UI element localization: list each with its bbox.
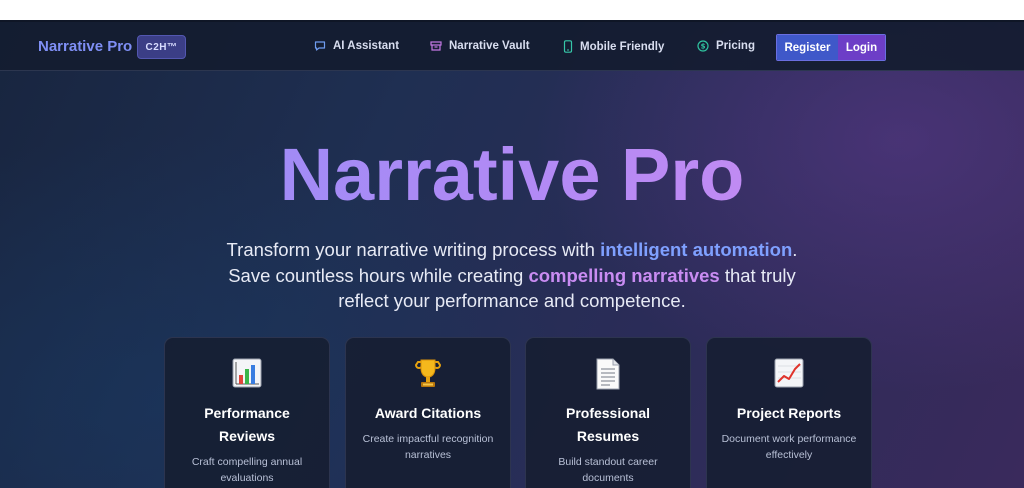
nav-pricing-label: Pricing	[716, 40, 755, 52]
bar-chart-icon	[232, 358, 262, 388]
document-icon	[596, 358, 620, 390]
tagline-line-2: Save countless hours while creating comp…	[0, 263, 1024, 289]
nav-narrative-vault-label: Narrative Vault	[449, 40, 530, 52]
brand-badge: C2H™	[137, 35, 186, 59]
card-title: Award Citations	[374, 405, 482, 421]
tagline-text: Transform your narrative writing process…	[226, 239, 601, 260]
card-professional-resumes[interactable]: Professional Resumes Build standout care…	[525, 337, 691, 488]
top-navbar: Narrative Pro C2H™ AI Assistant Narrativ…	[0, 20, 1024, 71]
app-root: Narrative Pro C2H™ AI Assistant Narrativ…	[0, 20, 1024, 488]
archive-icon	[430, 41, 442, 51]
card-description: Document work performance effectively	[721, 433, 857, 461]
tagline-line-1: Transform your narrative writing process…	[0, 237, 1024, 263]
feature-cards: Performance Reviews Craft compelling ann…	[164, 337, 872, 488]
nav-narrative-vault[interactable]: Narrative Vault	[430, 40, 530, 52]
mobile-icon	[563, 40, 573, 53]
nav-ai-assistant-label: AI Assistant	[333, 40, 400, 52]
card-award-citations[interactable]: Award Citations Create impactful recogni…	[345, 337, 511, 488]
tagline-text: that truly	[719, 264, 796, 286]
card-title: Professional Resumes	[565, 405, 651, 444]
hero-title: Narrative Pro	[0, 138, 1024, 212]
nav-mobile-friendly-label: Mobile Friendly	[580, 40, 665, 53]
tagline-text: .	[792, 239, 798, 260]
trophy-icon	[414, 359, 442, 387]
auth-button-group: Register Login	[776, 34, 886, 61]
nav-pricing[interactable]: $ Pricing	[697, 40, 755, 52]
svg-text:$: $	[701, 43, 706, 51]
card-description: Build standout career documents	[558, 456, 658, 484]
card-title: Performance Reviews	[204, 405, 290, 444]
nav-mobile-friendly[interactable]: Mobile Friendly	[563, 40, 664, 53]
highlight-compelling-narratives: compelling narratives	[528, 264, 720, 286]
tagline-text: Save countless hours while creating	[228, 264, 529, 286]
chat-icon	[314, 41, 326, 51]
card-description: Craft compelling annual evaluations	[191, 456, 303, 484]
highlight-intelligent-automation: intelligent automation	[600, 239, 793, 260]
card-title: Project Reports	[736, 405, 842, 421]
card-project-reports[interactable]: Project Reports Document work performanc…	[706, 337, 872, 488]
hero-tagline: Transform your narrative writing process…	[0, 237, 1024, 314]
register-button[interactable]: Register	[777, 35, 838, 60]
trend-chart-icon	[774, 358, 804, 388]
tagline-line-3: reflect your performance and competence.	[338, 290, 686, 311]
card-performance-reviews[interactable]: Performance Reviews Craft compelling ann…	[164, 337, 330, 488]
browser-top-strip	[0, 0, 1024, 20]
dollar-icon: $	[697, 40, 709, 52]
card-description: Create impactful recognition narratives	[362, 433, 494, 461]
nav-ai-assistant[interactable]: AI Assistant	[314, 40, 399, 52]
login-button[interactable]: Login	[838, 35, 885, 60]
brand-logo[interactable]: Narrative Pro	[38, 38, 132, 55]
